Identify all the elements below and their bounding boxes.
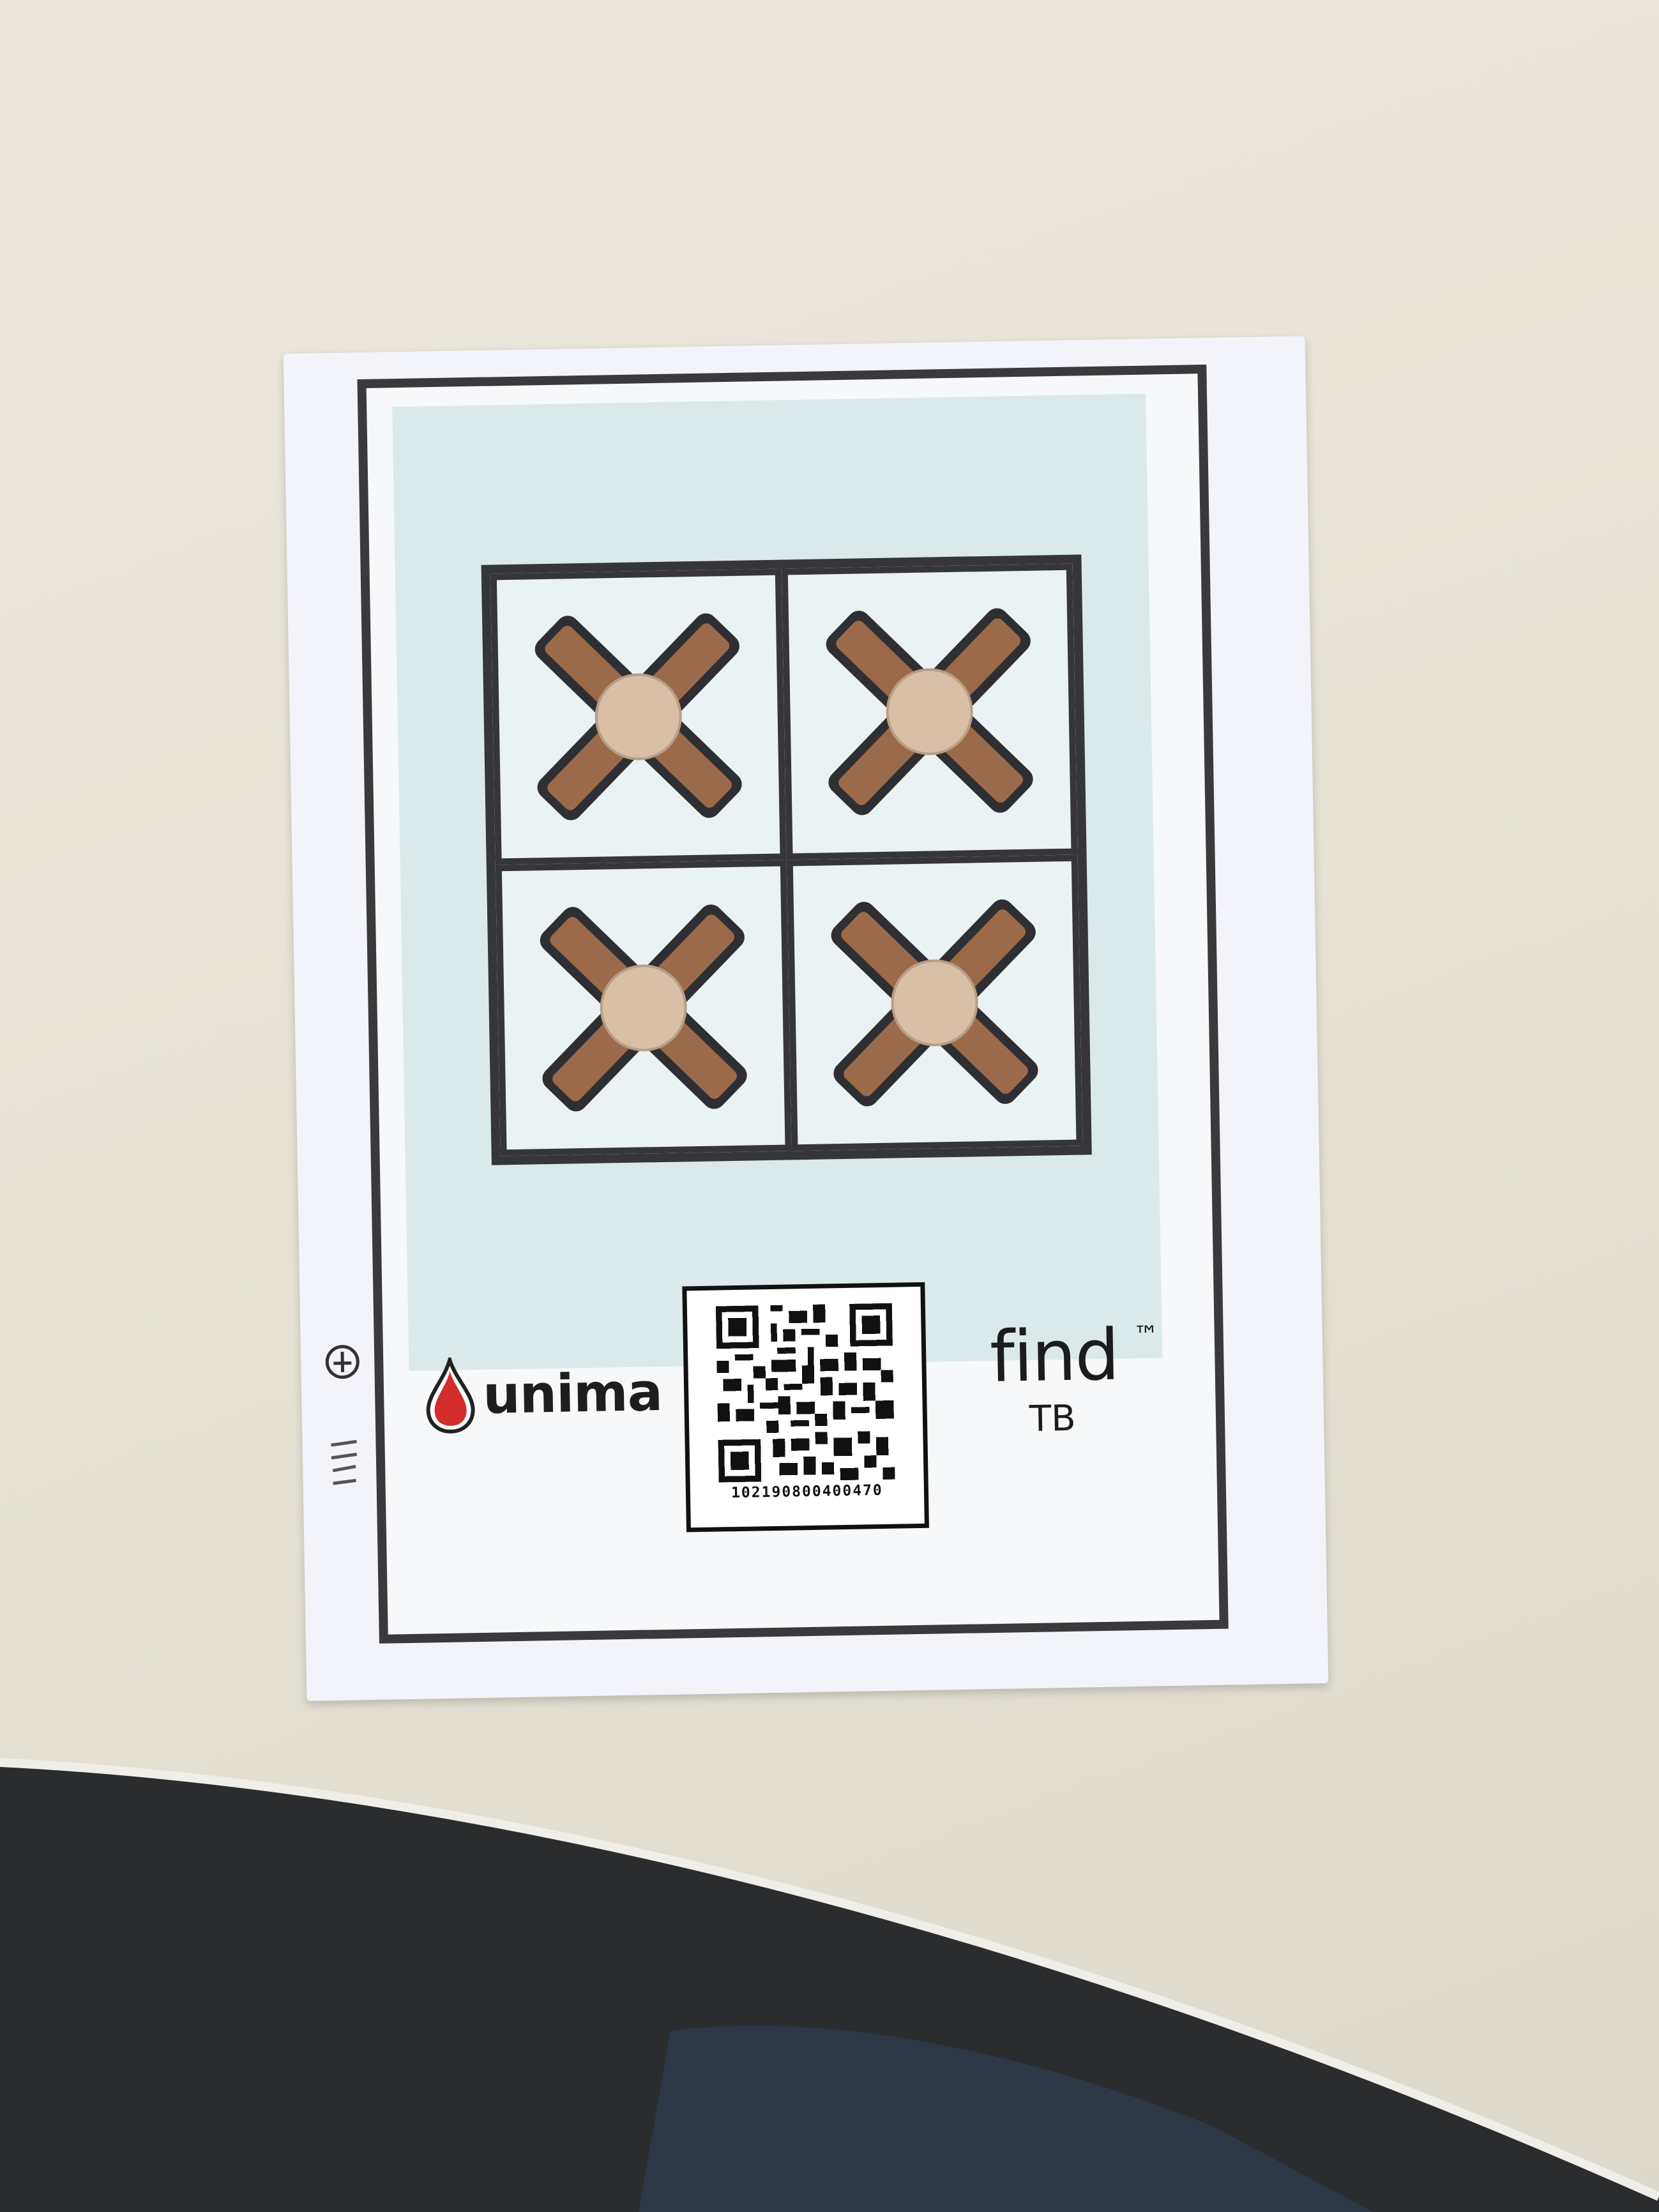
cross-channel-icon xyxy=(534,613,742,821)
unima-logo: unima xyxy=(425,1354,663,1434)
trademark-mark: ™ xyxy=(1133,1321,1160,1351)
card-border: unima 102190800400470 find ™ TB xyxy=(357,364,1229,1644)
well-4 xyxy=(786,854,1083,1151)
test-card: unima 102190800400470 find ™ TB xyxy=(283,336,1329,1701)
well-3 xyxy=(495,860,792,1156)
well-2 xyxy=(781,563,1078,860)
brand-left-text: unima xyxy=(482,1361,663,1426)
brand-right-text: find xyxy=(989,1314,1119,1398)
cross-channel-icon xyxy=(826,608,1033,815)
cross-channel-icon xyxy=(831,899,1038,1107)
photo-scene: { "card": { "brand_left": "unima", "bran… xyxy=(0,0,1659,2212)
brand-right-subtext: TB xyxy=(1029,1397,1077,1440)
find-tb-logo: find ™ TB xyxy=(989,1314,1160,1444)
well-1 xyxy=(490,568,787,865)
qr-code-number: 102190800400470 xyxy=(731,1482,884,1502)
handwritten-mark xyxy=(325,1345,360,1485)
qr-code-icon xyxy=(715,1303,895,1483)
cross-channel-icon xyxy=(540,904,747,1112)
well-grid xyxy=(481,554,1092,1165)
qr-code: 102190800400470 xyxy=(682,1282,929,1533)
blood-drop-icon xyxy=(426,1357,475,1434)
